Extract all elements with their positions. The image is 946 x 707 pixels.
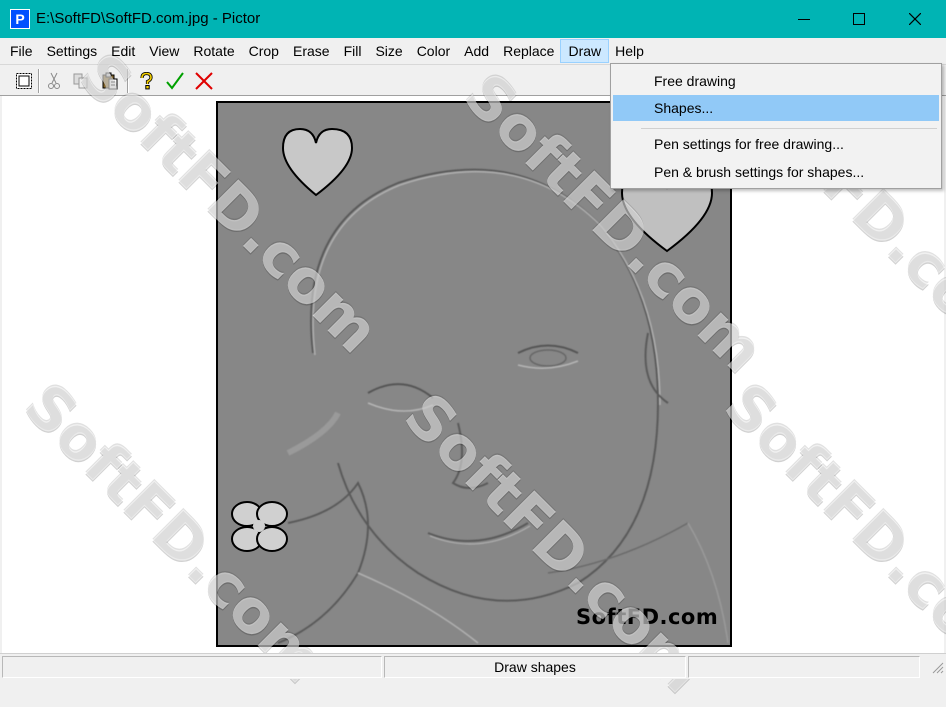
status-text: Draw shapes (384, 656, 686, 678)
menu-option-pen-brush-settings-shapes[interactable]: Pen & brush settings for shapes... (613, 159, 939, 185)
menu-crop[interactable]: Crop (242, 40, 286, 62)
menu-size[interactable]: Size (368, 40, 409, 62)
minimize-icon (798, 19, 810, 20)
app-icon[interactable]: P (10, 9, 30, 29)
help-button[interactable] (134, 69, 158, 93)
menu-draw[interactable]: Draw (560, 39, 610, 63)
menu-option-free-drawing[interactable]: Free drawing (613, 68, 939, 94)
menu-view[interactable]: View (142, 40, 186, 62)
resize-grip[interactable] (930, 660, 944, 674)
menu-settings[interactable]: Settings (40, 40, 105, 62)
apply-checkmark-icon (166, 72, 184, 90)
minimize-button[interactable] (775, 0, 833, 38)
cancel-button[interactable] (192, 69, 216, 93)
cut-icon (48, 72, 60, 89)
copy-button[interactable] (69, 69, 93, 93)
toolbar-separator (38, 69, 40, 93)
title-bar: P E:\SoftFD\SoftFD.com.jpg - Pictor (0, 0, 946, 38)
menu-file[interactable]: File (3, 40, 40, 62)
menu-option-shapes[interactable]: Shapes... (613, 95, 939, 121)
maximize-button[interactable] (830, 0, 888, 38)
window-title: E:\SoftFD\SoftFD.com.jpg - Pictor (36, 10, 261, 27)
menu-add[interactable]: Add (457, 40, 496, 62)
menu-help[interactable]: Help (608, 40, 651, 62)
menu-edit[interactable]: Edit (104, 40, 142, 62)
menu-bar: File Settings Edit View Rotate Crop Eras… (0, 38, 946, 64)
resize-grip-icon (932, 662, 944, 674)
copy-icon (73, 73, 88, 89)
close-button[interactable] (886, 0, 944, 38)
menu-fill[interactable]: Fill (337, 40, 369, 62)
menu-erase[interactable]: Erase (286, 40, 337, 62)
menu-option-pen-settings-free-drawing[interactable]: Pen settings for free drawing... (613, 131, 939, 157)
apply-button[interactable] (163, 69, 187, 93)
toolbar-separator (127, 69, 129, 93)
menu-separator (641, 128, 937, 129)
paste-button[interactable] (98, 69, 122, 93)
select-all-button[interactable] (12, 69, 36, 93)
paste-icon (102, 72, 118, 90)
status-cell (688, 656, 920, 678)
menu-replace[interactable]: Replace (496, 40, 561, 62)
menu-rotate[interactable]: Rotate (186, 40, 241, 62)
menu-color[interactable]: Color (410, 40, 457, 62)
close-icon (909, 13, 921, 25)
cut-button[interactable] (42, 69, 66, 93)
picture-caption: SoftFD.com (576, 605, 719, 629)
status-bar: Draw shapes (0, 653, 946, 679)
help-icon (140, 72, 153, 90)
status-cell (2, 656, 382, 678)
select-all-icon (16, 73, 32, 89)
maximize-icon (853, 13, 865, 25)
cancel-x-icon (195, 72, 213, 90)
draw-menu-dropdown: Free drawing Shapes... Pen settings for … (610, 63, 942, 189)
